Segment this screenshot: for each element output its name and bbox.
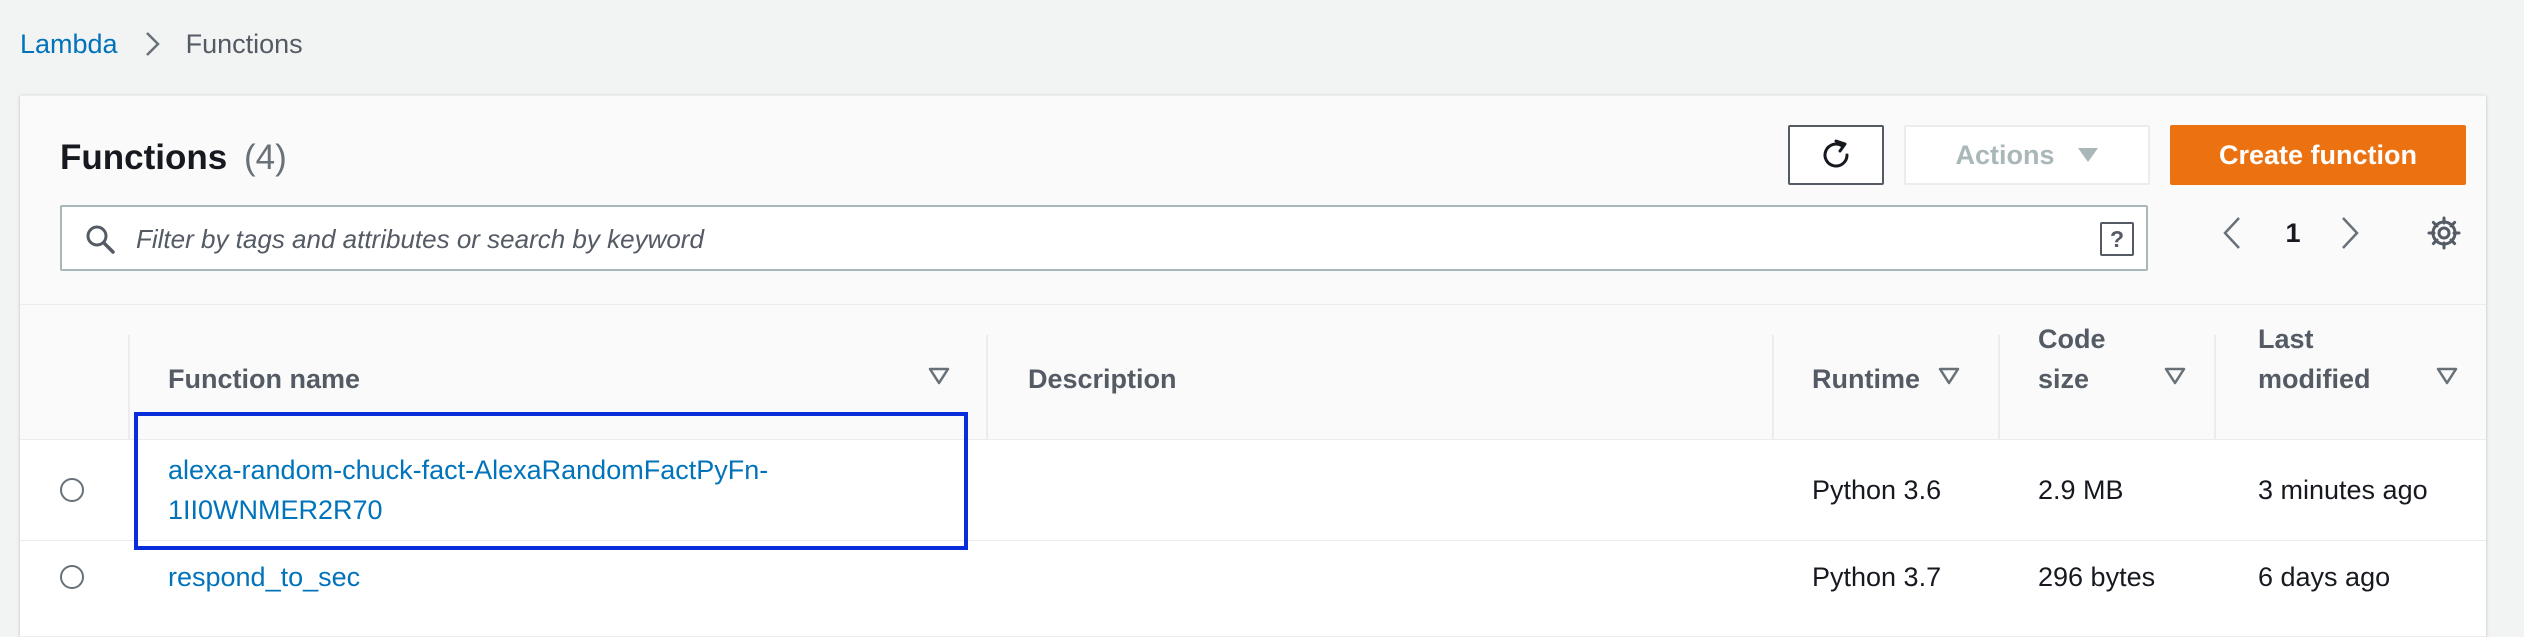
page-title: Functions xyxy=(60,138,228,177)
column-header-last-modified-line2[interactable]: modified xyxy=(2258,359,2371,399)
sort-icon[interactable] xyxy=(928,367,950,385)
refresh-button[interactable] xyxy=(1788,125,1884,185)
row-select-radio[interactable] xyxy=(60,478,84,502)
previous-page-button[interactable] xyxy=(2212,213,2252,253)
breadcrumb-current: Functions xyxy=(185,28,303,59)
current-page-number[interactable]: 1 xyxy=(2275,213,2311,253)
breadcrumb: Lambda Functions xyxy=(20,26,303,62)
panel-header: Functions (4) Actions Create function Fi… xyxy=(20,96,2486,305)
column-header-runtime[interactable]: Runtime xyxy=(1812,359,1920,399)
help-icon[interactable]: ? xyxy=(2100,222,2134,256)
last-modified-cell: 6 days ago xyxy=(2258,562,2391,592)
column-divider xyxy=(2214,335,2216,439)
function-count: (4) xyxy=(244,138,287,177)
column-header-description: Description xyxy=(1028,364,1177,394)
highlight-box xyxy=(134,412,968,550)
chevron-right-icon xyxy=(144,30,162,58)
table-row[interactable]: respond_to_sec Python 3.7 296 bytes 6 da… xyxy=(20,541,2486,637)
refresh-icon xyxy=(1818,137,1854,173)
column-header-function-name[interactable]: Function name xyxy=(168,359,360,399)
function-name-link[interactable]: respond_to_sec xyxy=(168,557,360,597)
code-size-cell: 2.9 MB xyxy=(2038,475,2124,505)
functions-panel: Functions (4) Actions Create function Fi… xyxy=(20,95,2486,637)
sort-icon[interactable] xyxy=(2436,367,2458,385)
next-page-button[interactable] xyxy=(2330,213,2370,253)
breadcrumb-lambda-link[interactable]: Lambda xyxy=(20,29,118,60)
create-function-button[interactable]: Create function xyxy=(2170,125,2466,185)
search-box: ? xyxy=(60,205,2148,271)
column-header-last-modified-line1[interactable]: Last xyxy=(2258,319,2314,359)
runtime-cell: Python 3.6 xyxy=(1812,475,1942,505)
sort-icon[interactable] xyxy=(1938,367,1960,385)
column-header-code-size-line2[interactable]: size xyxy=(2038,359,2089,399)
sort-icon[interactable] xyxy=(2164,367,2186,385)
row-select-radio[interactable] xyxy=(60,565,84,589)
runtime-cell: Python 3.7 xyxy=(1812,562,1942,592)
column-header-code-size-line1[interactable]: Code xyxy=(2038,319,2106,359)
actions-label: Actions xyxy=(1955,139,2055,170)
create-function-label: Create function xyxy=(2218,139,2418,170)
last-modified-cell: 3 minutes ago xyxy=(2258,475,2428,505)
search-input[interactable] xyxy=(134,217,2038,261)
column-divider xyxy=(986,335,988,439)
caret-down-icon xyxy=(2077,147,2099,163)
gear-icon[interactable] xyxy=(2424,213,2464,253)
column-divider xyxy=(128,335,130,439)
column-divider xyxy=(1998,335,2000,439)
actions-dropdown-button[interactable]: Actions xyxy=(1904,125,2150,185)
column-divider xyxy=(1772,335,1774,439)
code-size-cell: 296 bytes xyxy=(2038,562,2156,592)
search-icon xyxy=(84,223,116,255)
